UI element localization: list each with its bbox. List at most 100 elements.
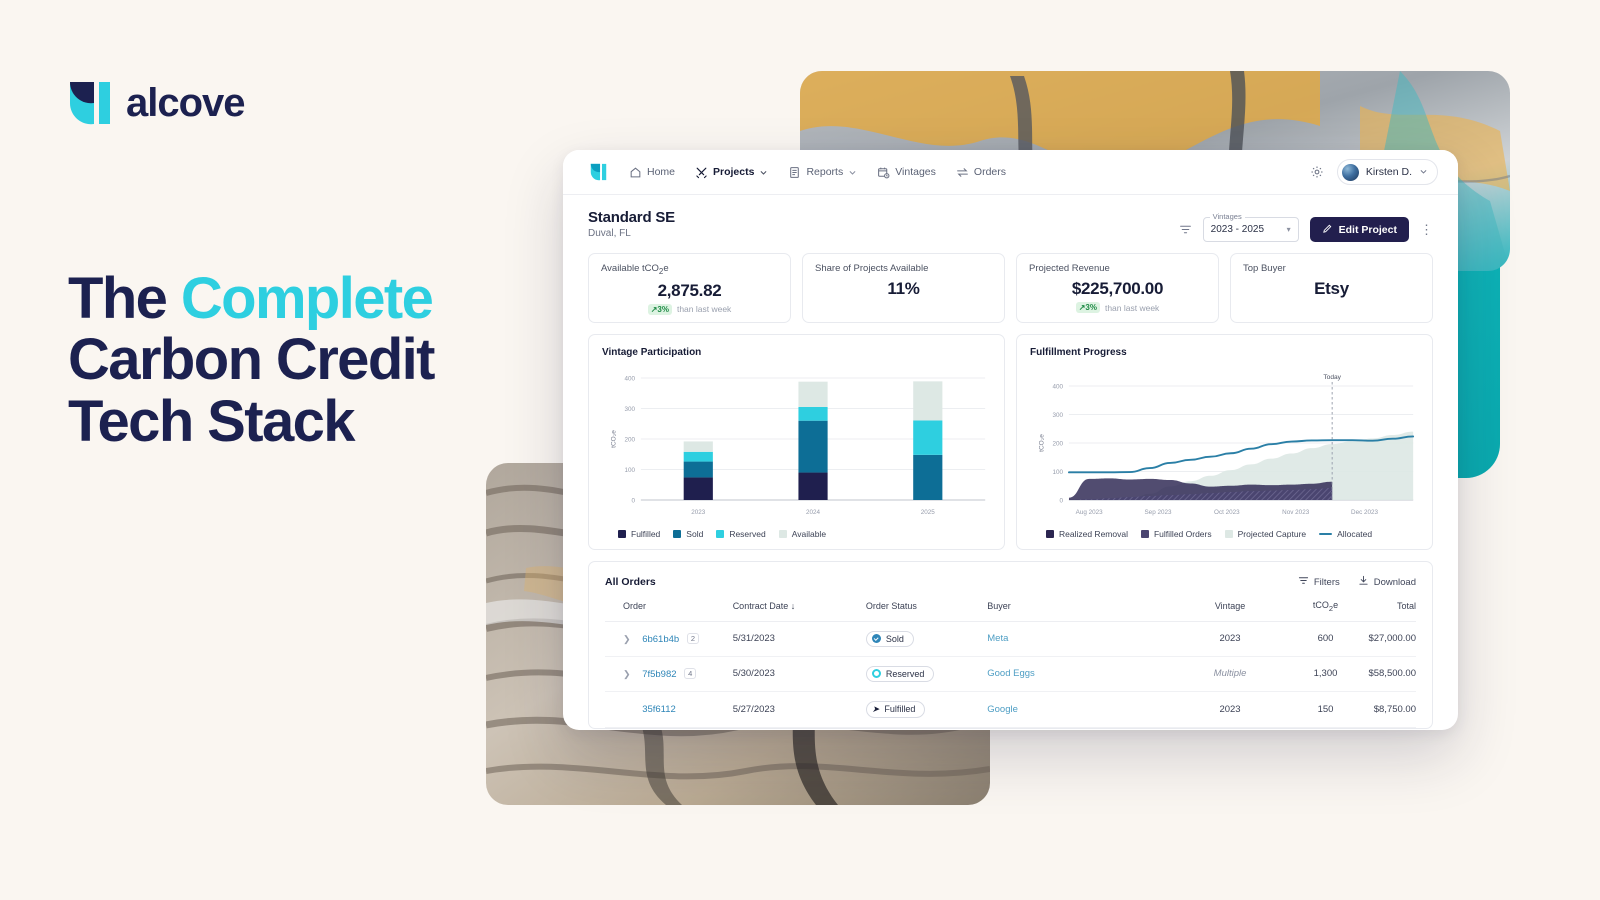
order-id-link[interactable]: 6b61b4b — [642, 634, 679, 645]
dashboard-window: Home Projects Reports Vintages Orders Ki… — [563, 150, 1458, 730]
headline-part-3: Tech Stack — [68, 388, 356, 454]
vintages-select-label: Vintages — [1209, 212, 1245, 221]
legend-item[interactable]: Realized Removal — [1046, 529, 1128, 539]
col-order[interactable]: Order — [605, 600, 733, 622]
table-row[interactable]: ❯ 6b61b4b 2 5/31/2023 Sold Meta 2023 600… — [605, 621, 1416, 657]
app-logo-icon[interactable] — [590, 163, 607, 181]
document-icon — [788, 166, 801, 179]
cell-total: $8,750.00 — [1368, 691, 1416, 728]
trend-up-badge: ↗3% — [647, 303, 672, 315]
cell-vintage: 2023 — [1177, 691, 1283, 728]
col-vintage[interactable]: Vintage — [1177, 600, 1283, 622]
nav-item-home[interactable]: Home — [629, 166, 675, 179]
nav-item-projects[interactable]: Projects — [695, 166, 768, 179]
sub-order-count: 4 — [684, 667, 697, 679]
col-total[interactable]: Total — [1368, 600, 1416, 622]
svg-text:tCO₂e: tCO₂e — [1039, 434, 1046, 452]
legend-item[interactable]: Available — [778, 529, 827, 539]
table-row[interactable]: ❯ 7f5b982 4 5/30/2023 Reserved Good Eggs — [605, 656, 1416, 692]
legend-item[interactable]: Sold — [673, 529, 703, 539]
status-badge-sold[interactable]: Sold — [865, 630, 914, 647]
status-badge-fulfilled[interactable]: ➤ Fulfilled — [865, 700, 926, 718]
cell-contract-date: 5/27/2023 — [732, 691, 866, 728]
check-circle-icon — [871, 634, 881, 644]
col-contract-date[interactable]: Contract Date ↓ — [732, 600, 866, 622]
chart-title-vintage: Vintage Participation — [602, 347, 702, 358]
legend-label: Realized Removal — [1059, 529, 1128, 539]
order-id-link[interactable]: 35f6112 — [642, 704, 676, 715]
buyer-link[interactable]: Meta — [987, 633, 1008, 644]
col-buyer[interactable]: Buyer — [987, 600, 1178, 622]
legend-item[interactable]: Allocated — [1319, 529, 1372, 539]
gear-icon[interactable] — [1310, 165, 1324, 179]
orders-table-actions: Filters Download — [1298, 575, 1416, 589]
kpi-row: Available tCO2e 2,875.82 ↗3% than last w… — [563, 242, 1458, 323]
buyer-link[interactable]: Google — [987, 704, 1018, 715]
table-row[interactable]: ❯ 35f6112 5/27/2023 ➤ Fulfilled Google 2… — [605, 691, 1416, 728]
nav-item-orders[interactable]: Orders — [956, 166, 1006, 179]
download-icon — [1358, 575, 1369, 589]
status-label: Reserved — [885, 668, 925, 679]
kpi-delta-value: 3% — [1085, 303, 1097, 312]
cell-tco2e: 150 — [1282, 691, 1369, 728]
order-id-link[interactable]: 7f5b982 — [642, 669, 676, 680]
cell-vintage: 2023 — [1177, 621, 1283, 657]
kpi-delta-text: than last week — [676, 304, 732, 315]
cell-vintage: Multiple — [1177, 656, 1283, 692]
user-menu[interactable]: Kirsten D. — [1336, 159, 1438, 185]
svg-text:Oct 2023: Oct 2023 — [1214, 509, 1240, 516]
status-label: Sold — [885, 633, 904, 644]
svg-text:100: 100 — [625, 467, 636, 474]
svg-text:300: 300 — [1053, 412, 1064, 419]
transfer-arrows-icon — [956, 166, 969, 179]
chevron-down-icon[interactable] — [759, 168, 768, 177]
charts-row: Vintage Participation 0 100 200 300 400 tCO₂e… — [563, 323, 1458, 550]
legend-item[interactable]: Fulfilled Orders — [1140, 529, 1212, 539]
fulfillment-progress-chart: 0 100 200 300 400 tCO₂e Today Aug 2023 Sep 2023 O… — [1030, 370, 1419, 522]
page-header-actions: Vintages 2023 - 2025 ▾ Edit Project ⋮ — [1179, 209, 1433, 242]
kebab-menu-icon[interactable]: ⋮ — [1420, 223, 1433, 236]
brand-name: alcove — [126, 80, 246, 125]
col-tco2e[interactable]: tCO2e — [1282, 600, 1369, 622]
legend-item[interactable]: Fulfilled — [618, 529, 660, 539]
page-subtitle: Duval, FL — [588, 228, 631, 239]
legend-label: Sold — [686, 529, 704, 539]
kpi-card-available-tco2e: Available tCO2e 2,875.82 ↗3% than last w… — [588, 253, 791, 323]
cell-order-status: Sold — [865, 621, 988, 657]
nav-item-vintages[interactable]: Vintages — [877, 166, 936, 179]
expand-row-icon[interactable]: ❯ — [623, 634, 631, 644]
page-headline: The Complete Carbon Credit Tech Stack — [68, 268, 435, 454]
legend-item[interactable]: Reserved — [716, 529, 766, 539]
vintage-participation-chart: 0 100 200 300 400 tCO₂e 2023 2024 2025 — [602, 370, 991, 522]
buyer-link[interactable]: Good Eggs — [987, 668, 1035, 679]
chevron-down-icon[interactable] — [848, 168, 857, 177]
expand-row-icon[interactable]: ❯ — [623, 669, 631, 679]
status-badge-reserved[interactable]: Reserved — [865, 665, 935, 682]
app-navbar: Home Projects Reports Vintages Orders Ki… — [563, 150, 1458, 195]
filters-button[interactable]: Filters — [1298, 575, 1340, 589]
nav-label-projects: Projects — [713, 166, 755, 178]
cell-total: $58,500.00 — [1368, 656, 1416, 692]
col-order-status[interactable]: Order Status — [865, 600, 988, 622]
cell-buyer: Google — [987, 691, 1178, 728]
col-contract-date-label: Contract Date — [732, 601, 789, 612]
svg-text:2025: 2025 — [921, 509, 935, 516]
edit-project-button[interactable]: Edit Project — [1309, 217, 1409, 242]
chevron-down-icon: ▾ — [1286, 225, 1291, 234]
status-label: Fulfilled — [884, 704, 916, 715]
download-label: Download — [1373, 576, 1416, 588]
filter-icon[interactable] — [1179, 223, 1192, 236]
nav-label-vintages: Vintages — [895, 166, 936, 178]
nav-item-reports[interactable]: Reports — [788, 166, 857, 179]
legend-label: Available — [791, 529, 827, 539]
svg-text:Aug 2023: Aug 2023 — [1076, 509, 1103, 516]
svg-text:2024: 2024 — [806, 509, 820, 516]
svg-text:200: 200 — [1053, 440, 1064, 447]
download-button[interactable]: Download — [1358, 575, 1416, 589]
navbar-right: Kirsten D. — [1310, 159, 1444, 185]
svg-text:Nov 2023: Nov 2023 — [1282, 509, 1309, 516]
legend-item[interactable]: Projected Capture — [1224, 529, 1306, 539]
alcove-logo-icon — [68, 80, 112, 126]
kpi-label: Available tCO2e — [601, 263, 778, 276]
vintages-select[interactable]: Vintages 2023 - 2025 ▾ — [1202, 212, 1299, 242]
